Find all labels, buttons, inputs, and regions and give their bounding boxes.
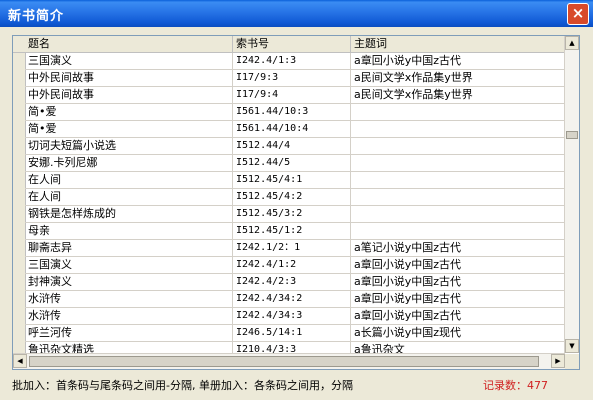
title-cell[interactable]: 简•爱: [25, 121, 233, 137]
title-cell[interactable]: 切诃夫短篇小说选: [25, 138, 233, 154]
call-number-cell[interactable]: I512.45/3:2: [233, 206, 351, 222]
title-cell[interactable]: 呼兰河传: [25, 325, 233, 341]
title-cell[interactable]: 水浒传: [25, 291, 233, 307]
table-row[interactable]: 中外民间故事 I17/9:3 a民间文学x作品集y世界: [25, 70, 565, 87]
call-number-cell[interactable]: I242.4/34:2: [233, 291, 351, 307]
subject-cell[interactable]: [351, 138, 565, 154]
table-row[interactable]: 呼兰河传 I246.5/14:1 a长篇小说y中国z现代: [25, 325, 565, 342]
vertical-scrollbar[interactable]: ▲ ▼: [564, 36, 579, 353]
scroll-up-icon[interactable]: ▲: [565, 36, 579, 50]
subject-cell[interactable]: a民间文学x作品集y世界: [351, 87, 565, 103]
batch-add-hint: 批加入：首条码与尾条码之间用-分隔, 单册加入：各条码之间用，分隔: [12, 379, 353, 392]
table-row[interactable]: 简•爱 I561.44/10:3: [25, 104, 565, 121]
subject-cell[interactable]: a长篇小说y中国z现代: [351, 325, 565, 341]
subject-cell[interactable]: [351, 172, 565, 188]
call-number-cell[interactable]: I561.44/10:4: [233, 121, 351, 137]
subject-cell[interactable]: [351, 189, 565, 205]
table-row[interactable]: 水浒传 I242.4/34:2 a章回小说y中国z古代: [25, 291, 565, 308]
title-cell[interactable]: 在人间: [25, 189, 233, 205]
scroll-right-icon[interactable]: ▶: [551, 354, 565, 368]
call-number-cell[interactable]: I242.4/2:3: [233, 274, 351, 290]
call-number-cell[interactable]: I210.4/3:3: [233, 342, 351, 353]
call-number-cell[interactable]: I242.1/2：1: [233, 240, 351, 256]
call-number-cell[interactable]: I17/9:3: [233, 70, 351, 86]
table-row[interactable]: 简•爱 I561.44/10:4: [25, 121, 565, 138]
vertical-scroll-thumb[interactable]: [566, 131, 578, 139]
table-row[interactable]: 三国演义 I242.4/1:2 a章回小说y中国z古代: [25, 257, 565, 274]
table-row[interactable]: 钢铁是怎样炼成的 I512.45/3:2: [25, 206, 565, 223]
title-cell[interactable]: 水浒传: [25, 308, 233, 324]
call-number-cell[interactable]: I242.4/34:3: [233, 308, 351, 324]
title-cell[interactable]: 钢铁是怎样炼成的: [25, 206, 233, 222]
call-number-cell[interactable]: I512.44/4: [233, 138, 351, 154]
title-cell[interactable]: 中外民间故事: [25, 87, 233, 103]
scroll-left-icon[interactable]: ◀: [13, 354, 27, 368]
column-header-call-number[interactable]: 索书号: [233, 36, 351, 52]
title-cell[interactable]: 安娜.卡列尼娜: [25, 155, 233, 171]
subject-cell[interactable]: a笔记小说y中国z古代: [351, 240, 565, 256]
table-row[interactable]: 母亲 I512.45/1:2: [25, 223, 565, 240]
subject-cell[interactable]: [351, 206, 565, 222]
call-number-cell[interactable]: I246.5/14:1: [233, 325, 351, 341]
grid-rows: 三国演义 I242.4/1:3 a章回小说y中国z古代 中外民间故事 I17/9:3 a民…: [25, 53, 565, 353]
table-row[interactable]: 中外民间故事 I17/9:4 a民间文学x作品集y世界: [25, 87, 565, 104]
window-title: 新书简介: [8, 9, 65, 24]
scroll-down-icon[interactable]: ▼: [565, 339, 579, 353]
horizontal-scroll-thumb[interactable]: [29, 356, 539, 367]
call-number-cell[interactable]: I561.44/10:3: [233, 104, 351, 120]
call-number-cell[interactable]: I512.45/4:1: [233, 172, 351, 188]
table-row[interactable]: 三国演义 I242.4/1:3 a章回小说y中国z古代: [25, 53, 565, 70]
table-row[interactable]: 水浒传 I242.4/34:3 a章回小说y中国z古代: [25, 308, 565, 325]
table-row[interactable]: 聊斋志异 I242.1/2：1 a笔记小说y中国z古代: [25, 240, 565, 257]
table-row[interactable]: 鲁迅杂文精选 I210.4/3:3 a鲁迅杂文: [25, 342, 565, 353]
record-count-value: 477: [527, 379, 548, 392]
title-cell[interactable]: 封神演义: [25, 274, 233, 290]
table-row[interactable]: 封神演义 I242.4/2:3 a章回小说y中国z古代: [25, 274, 565, 291]
subject-cell[interactable]: [351, 104, 565, 120]
record-count: 记录数：477: [483, 377, 548, 393]
call-number-cell[interactable]: I242.4/1:2: [233, 257, 351, 273]
subject-cell[interactable]: a章回小说y中国z古代: [351, 274, 565, 290]
subject-cell[interactable]: a章回小说y中国z古代: [351, 53, 565, 69]
close-button[interactable]: ×: [567, 3, 589, 25]
table-row[interactable]: 安娜.卡列尼娜 I512.44/5: [25, 155, 565, 172]
subject-cell[interactable]: a民间文学x作品集y世界: [351, 70, 565, 86]
column-header-title[interactable]: 题名: [25, 36, 233, 52]
scrollbar-corner: [565, 354, 579, 369]
record-count-label: 记录数：: [483, 379, 527, 392]
title-cell[interactable]: 在人间: [25, 172, 233, 188]
title-cell[interactable]: 母亲: [25, 223, 233, 239]
subject-cell[interactable]: a章回小说y中国z古代: [351, 257, 565, 273]
subject-cell[interactable]: a鲁迅杂文: [351, 342, 565, 353]
table-row[interactable]: 在人间 I512.45/4:1: [25, 172, 565, 189]
title-bar: 新书简介 ×: [0, 0, 593, 27]
title-cell[interactable]: 鲁迅杂文精选: [25, 342, 233, 353]
title-cell[interactable]: 三国演义: [25, 257, 233, 273]
subject-cell[interactable]: a章回小说y中国z古代: [351, 308, 565, 324]
horizontal-scrollbar[interactable]: ◀ ▶: [13, 353, 565, 369]
subject-cell[interactable]: a章回小说y中国z古代: [351, 291, 565, 307]
column-header-subject[interactable]: 主题词: [351, 36, 565, 52]
call-number-cell[interactable]: I512.45/1:2: [233, 223, 351, 239]
title-cell[interactable]: 简•爱: [25, 104, 233, 120]
title-cell[interactable]: 聊斋志异: [25, 240, 233, 256]
table-row[interactable]: 在人间 I512.45/4:2: [25, 189, 565, 206]
subject-cell[interactable]: [351, 121, 565, 137]
call-number-cell[interactable]: I17/9:4: [233, 87, 351, 103]
call-number-cell[interactable]: I512.44/5: [233, 155, 351, 171]
title-cell[interactable]: 三国演义: [25, 53, 233, 69]
table-row[interactable]: 切诃夫短篇小说选 I512.44/4: [25, 138, 565, 155]
subject-cell[interactable]: [351, 223, 565, 239]
call-number-cell[interactable]: I242.4/1:3: [233, 53, 351, 69]
subject-cell[interactable]: [351, 155, 565, 171]
call-number-cell[interactable]: I512.45/4:2: [233, 189, 351, 205]
book-grid[interactable]: 题名 索书号 主题词 三国演义 I242.4/1:3 a章回小说y中国z古代 中外民间…: [12, 35, 580, 370]
grid-header: 题名 索书号 主题词: [25, 36, 565, 53]
dialog-body: 题名 索书号 主题词 三国演义 I242.4/1:3 a章回小说y中国z古代 中外民间…: [0, 27, 593, 400]
title-cell[interactable]: 中外民间故事: [25, 70, 233, 86]
